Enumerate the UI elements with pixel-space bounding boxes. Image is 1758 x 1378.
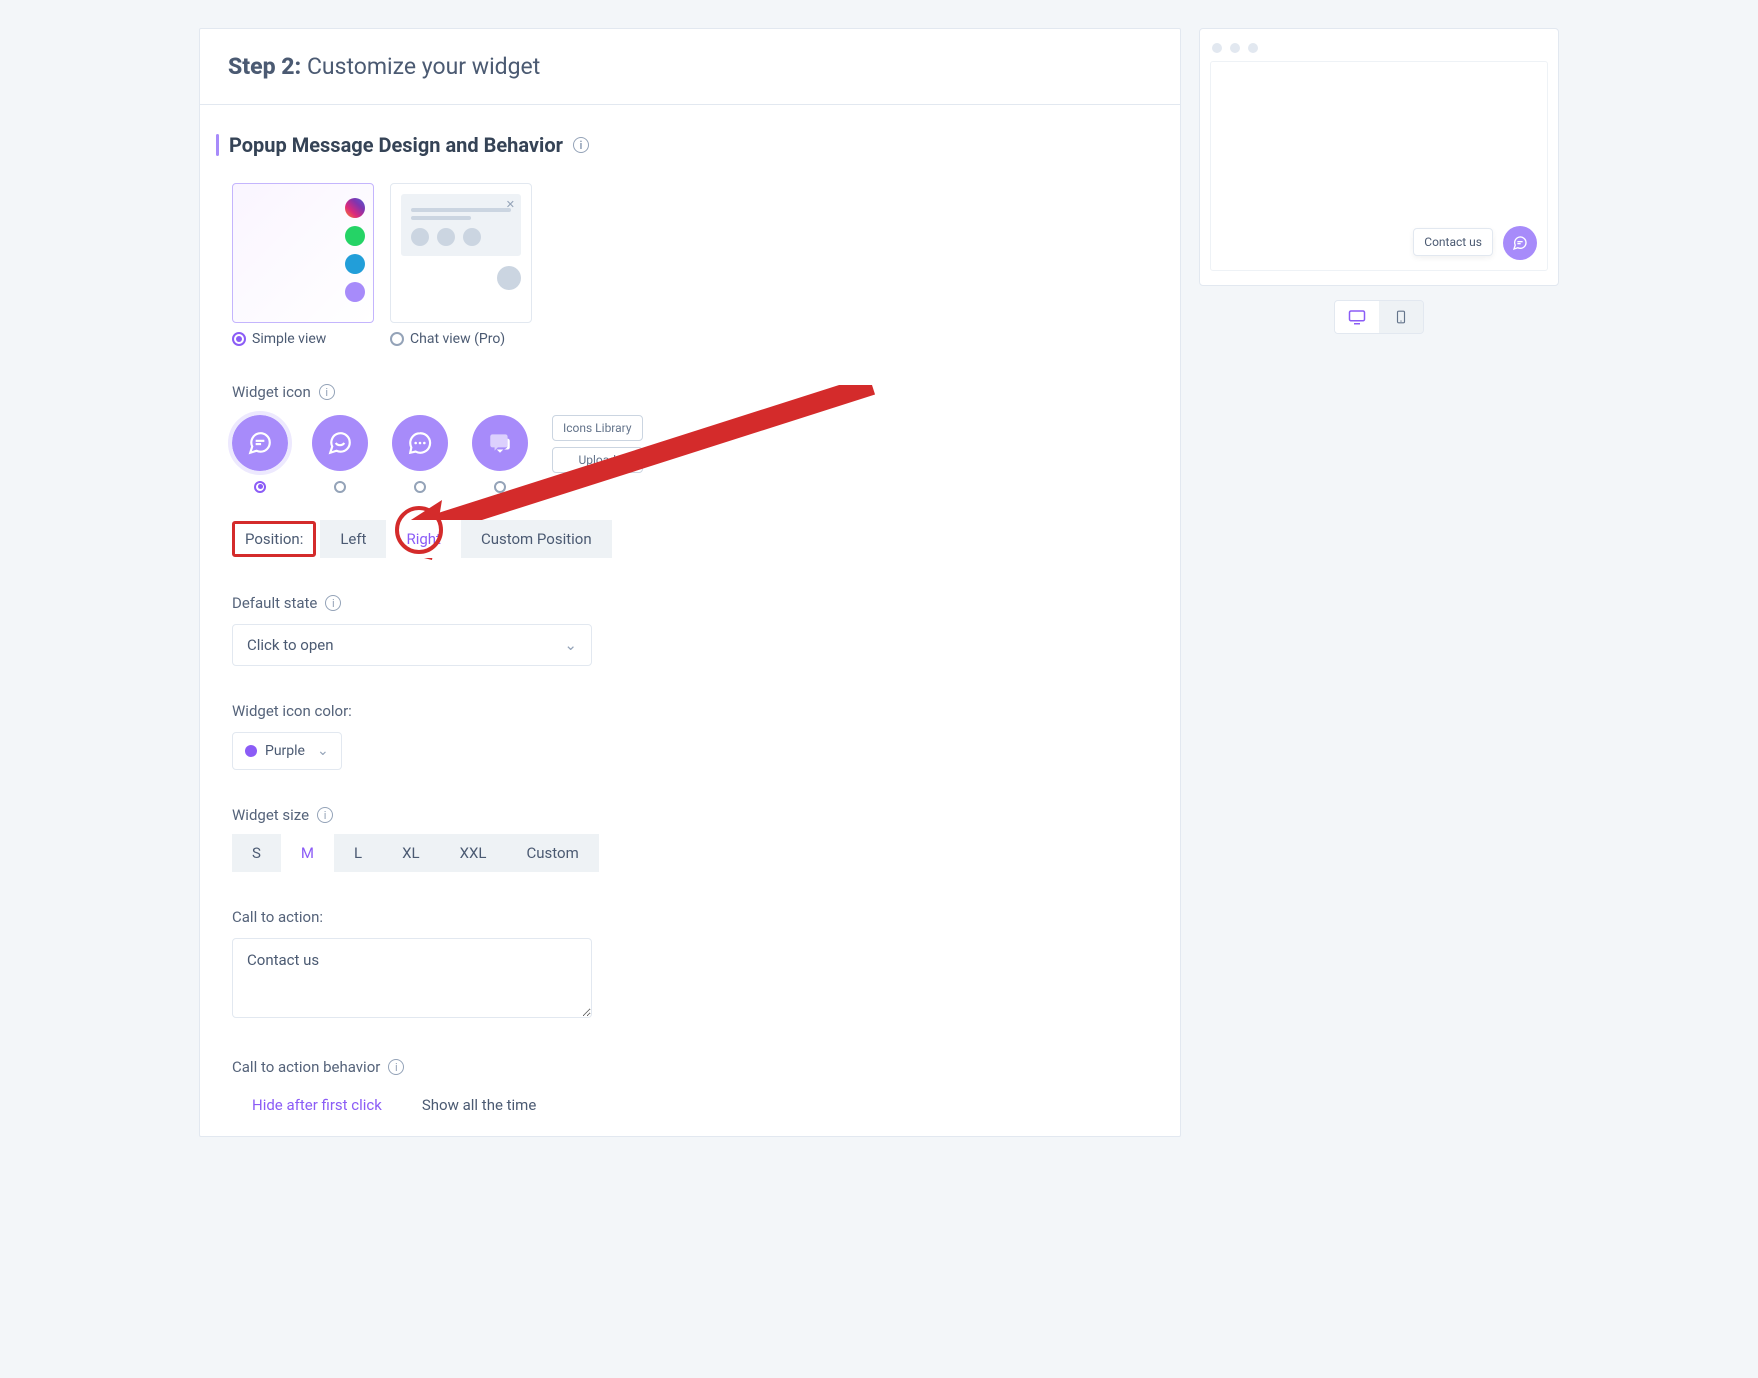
view-simple-label: Simple view [252, 331, 326, 347]
telegram-icon [345, 254, 365, 274]
instagram-icon [345, 198, 365, 218]
size-m[interactable]: M [281, 834, 334, 872]
icon-color-label: Widget icon color: [232, 702, 352, 720]
position-left[interactable]: Left [320, 520, 386, 558]
size-segmented-control: S M L XL XXL Custom [232, 834, 1148, 872]
chevron-down-icon: ⌄ [564, 636, 577, 654]
preview-stage: Contact us [1210, 61, 1548, 271]
cta-behavior-always[interactable]: Show all the time [402, 1086, 556, 1124]
widget-icon-label: Widget icon [232, 383, 311, 401]
icon-option-4[interactable] [472, 415, 528, 493]
icon-radio-1[interactable] [254, 481, 266, 493]
position-label: Position: [232, 521, 316, 557]
settings-panel: Step 2: Customize your widget Popup Mess… [199, 28, 1181, 1137]
chat-dots-icon [392, 415, 448, 471]
upload-icon-button[interactable]: Upload [552, 447, 643, 473]
view-simple[interactable]: Simple view [232, 183, 374, 347]
position-right[interactable]: Right [386, 520, 460, 558]
size-xxl[interactable]: XXL [440, 834, 507, 872]
chat-bubble-lines-icon [232, 415, 288, 471]
section-accent [216, 134, 219, 156]
view-chat-label: Chat view (Pro) [410, 331, 505, 347]
position-custom[interactable]: Custom Position [461, 520, 612, 558]
widget-size-label: Widget size [232, 806, 309, 824]
position-segmented-control: Left Right Custom Position [320, 520, 611, 558]
info-icon[interactable]: i [325, 595, 341, 611]
cta-behavior-hide[interactable]: Hide after first click [232, 1086, 402, 1124]
simple-view-preview [345, 198, 365, 302]
icon-option-3[interactable] [392, 415, 448, 493]
size-l[interactable]: L [334, 834, 382, 872]
cta-behavior-label: Call to action behavior [232, 1058, 380, 1076]
chat-view-preview: ✕ [391, 184, 531, 300]
window-traffic-lights [1210, 39, 1548, 61]
icon-option-1[interactable] [232, 415, 288, 493]
cta-behavior-segmented-control: Hide after first click Show all the time [232, 1086, 1148, 1124]
chat-icon [345, 282, 365, 302]
desktop-icon [1348, 308, 1366, 326]
radio-chat-view[interactable] [390, 332, 404, 346]
whatsapp-icon [345, 226, 365, 246]
size-xl[interactable]: XL [382, 834, 439, 872]
info-icon[interactable]: i [317, 807, 333, 823]
radio-simple-view[interactable] [232, 332, 246, 346]
info-icon[interactable]: i [388, 1059, 404, 1075]
device-mobile[interactable] [1379, 301, 1423, 333]
default-state-label: Default state [232, 594, 317, 612]
color-swatch [245, 745, 257, 757]
step-label: Step 2: [228, 53, 301, 80]
mobile-icon [1394, 308, 1408, 326]
step-title: Customize your widget [307, 53, 540, 80]
icon-option-2[interactable] [312, 415, 368, 493]
default-state-select[interactable]: Click to open ⌄ [232, 624, 592, 666]
size-custom[interactable]: Custom [506, 834, 598, 872]
icon-radio-2[interactable] [334, 481, 346, 493]
preview-column: Contact us [1199, 28, 1559, 1137]
section-title: Popup Message Design and Behavior [229, 133, 563, 157]
preview-cta-badge: Contact us [1413, 228, 1493, 256]
default-state-value: Click to open [247, 636, 333, 654]
icon-radio-4[interactable] [494, 481, 506, 493]
preview-widget-fab [1503, 226, 1537, 260]
info-icon[interactable]: i [573, 137, 589, 153]
cta-textarea[interactable] [232, 938, 592, 1018]
cta-label: Call to action: [232, 908, 323, 926]
preview-panel: Contact us [1199, 28, 1559, 286]
device-toggle [1334, 300, 1424, 334]
chat-smile-icon [312, 415, 368, 471]
icon-radio-3[interactable] [414, 481, 426, 493]
info-icon[interactable]: i [319, 384, 335, 400]
size-s[interactable]: S [232, 834, 281, 872]
chevron-down-icon: ⌄ [317, 743, 329, 759]
icons-library-button[interactable]: Icons Library [552, 415, 643, 441]
panel-header: Step 2: Customize your widget [200, 29, 1180, 105]
close-icon: ✕ [506, 198, 515, 211]
view-chat[interactable]: ✕ Chat view (Pro) [390, 183, 532, 347]
icon-color-select[interactable]: Purple ⌄ [232, 732, 342, 770]
icon-color-value: Purple [265, 743, 305, 759]
chat-double-icon [472, 415, 528, 471]
device-desktop[interactable] [1335, 301, 1379, 333]
